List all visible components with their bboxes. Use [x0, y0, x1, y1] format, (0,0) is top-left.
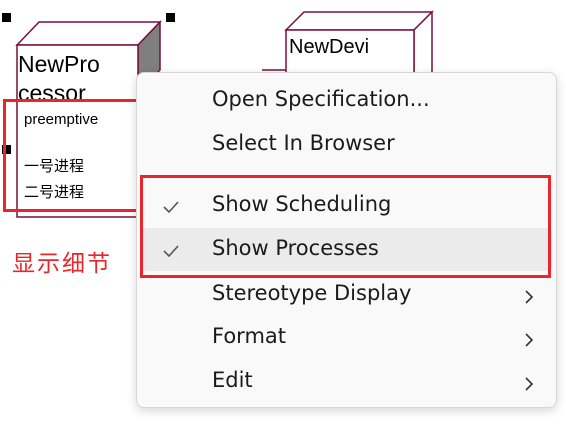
processor-node-name-line1: NewPro: [18, 51, 100, 77]
menu-item-edit[interactable]: Edit: [141, 360, 552, 403]
menu-annotation-highlight-box: [140, 175, 551, 278]
chevron-right-icon: [524, 286, 534, 310]
menu-item-label: Format: [212, 324, 287, 348]
annotation-label: 显示细节: [12, 251, 112, 277]
menu-item-label: Select In Browser: [212, 131, 395, 155]
chevron-right-icon: [524, 373, 534, 397]
menu-item-open-specification[interactable]: Open Specification...: [141, 79, 552, 122]
menu-item-stereotype-display[interactable]: Stereotype Display: [141, 273, 552, 316]
device-node-name: NewDevi: [289, 36, 370, 58]
annotation-highlight-box: [3, 99, 143, 212]
menu-item-label: Open Specification...: [212, 87, 430, 111]
chevron-right-icon: [524, 329, 534, 353]
menu-item-label: Edit: [212, 368, 253, 392]
menu-item-label: Stereotype Display: [212, 281, 412, 305]
menu-item-format[interactable]: Format: [141, 316, 552, 359]
menu-item-select-in-browser[interactable]: Select In Browser: [141, 123, 552, 166]
